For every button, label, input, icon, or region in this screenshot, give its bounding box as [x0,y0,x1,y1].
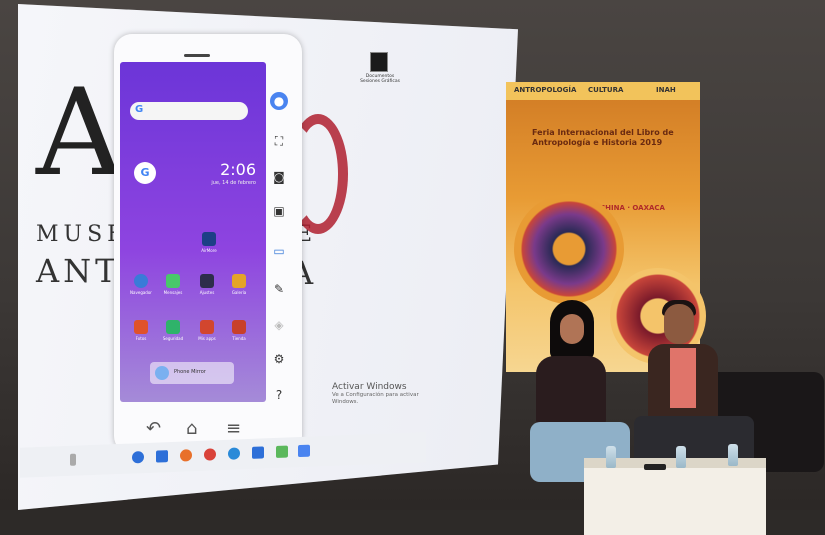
screenshot-icon[interactable]: ◙ [270,168,288,186]
water-bottle-1 [606,446,616,468]
messages-app-icon[interactable] [166,274,180,288]
app-icon[interactable] [276,445,288,458]
store-app-icon[interactable] [232,320,246,334]
banner-header-mid: CULTURA [588,86,624,94]
myapps-app-icon[interactable] [200,320,214,334]
app-label-3: Ajustes [199,290,215,295]
gear-icon[interactable]: ⚙ [270,350,288,368]
record-icon[interactable]: ▭ [270,242,288,260]
mirror-app-icon [155,366,169,380]
chrome-icon[interactable] [204,448,216,461]
mirror-toolbar: ● ⛶ ◙ ▣ ▭ ✎ ◈ ⚙ ? [268,84,298,414]
home-icon[interactable]: ⌂ [186,418,197,439]
firefox-icon[interactable] [180,449,192,462]
woman-face [560,314,584,344]
side-table [584,458,766,535]
app-label-1: Navegador [130,290,152,295]
phone-date: jue, 14 de febrero [211,180,256,186]
activate-windows-sub: Ve a Configuración para activar Windows. [332,392,419,405]
settings-app-icon[interactable] [200,274,214,288]
banner-title: Feria Internacional del Libro de Antropo… [532,128,674,148]
store-icon[interactable] [156,450,168,463]
camera-icon[interactable]: ▣ [270,202,288,220]
user-icon[interactable]: ● [270,92,288,110]
desktop-document-icon[interactable] [370,52,388,72]
help-icon[interactable]: ? [270,386,288,404]
phone-speaker [184,54,210,57]
edge-icon[interactable] [132,451,144,464]
desktop-icon-label: Documentos Sesiones Gráficas [360,74,400,84]
mirror-taskbar-icon[interactable] [298,444,310,458]
scene: A MUSE E ANT A Documentos Sesiones Gráfi… [0,0,825,535]
fullscreen-icon[interactable]: ⛶ [270,132,288,150]
ie-icon[interactable] [228,447,240,460]
menu-icon[interactable]: ≡ [226,418,241,439]
airmore-app-icon[interactable] [202,232,216,246]
museum-logo-mark: A [36,64,125,203]
phone-screen[interactable]: G G 2:06 jue, 14 de febrero AirMore Nave… [120,62,266,402]
banner-city: CHINA · OAXACA [600,204,665,212]
mail-icon[interactable] [252,446,264,459]
app-label-5: Fotos [135,336,147,341]
app-label-6: Seguridad [162,336,184,341]
activate-windows-title: Activar Windows [332,382,407,392]
google-search-bar[interactable]: G [130,102,248,120]
man-shirt [670,348,696,408]
back-icon[interactable]: ↶ [146,418,161,439]
water-bottle-3 [728,444,738,466]
banner-disc-graphic [514,194,624,304]
browser-app-icon[interactable] [134,274,148,288]
toast-label: Phone Mirror [174,369,206,375]
water-bottle-2 [676,446,686,468]
phone-on-table [644,464,666,470]
google-app-icon[interactable]: G [134,162,156,184]
security-app-icon[interactable] [166,320,180,334]
phone-status-bar [120,62,266,74]
app-label-7: Mis apps [198,336,216,341]
banner-header-left: ANTROPOLOGÍA [514,86,577,94]
gallery-app-icon[interactable] [232,274,246,288]
banner-title-line2: Antropología e Historia 2019 [532,138,663,147]
museum-title-line2: ANT [36,252,121,290]
woman-body [536,356,606,426]
eraser-icon[interactable]: ◈ [270,316,288,334]
pen-icon[interactable]: ✎ [270,280,288,298]
projection-screen: A MUSE E ANT A Documentos Sesiones Gráfi… [18,4,518,510]
photos-app-icon[interactable] [134,320,148,334]
banner-title-line1: Feria Internacional del Libro de [532,128,674,137]
man-head [664,304,694,344]
airmore-app-label: AirMore [201,248,217,253]
phone-mirror-dock[interactable]: Phone Mirror [150,362,234,384]
phone-clock: 2:06 [220,160,256,179]
app-label-4: Galería [231,290,247,295]
app-label-2: Mensajes [163,290,183,295]
google-icon: G [135,104,144,115]
banner-header-right: INAH [656,86,676,94]
banner-header: ANTROPOLOGÍA CULTURA INAH [506,82,700,100]
mic-icon[interactable] [70,453,76,466]
activate-windows-watermark: Activar Windows Ve a Configuración para … [332,382,432,406]
app-label-8: Tienda [232,336,246,341]
